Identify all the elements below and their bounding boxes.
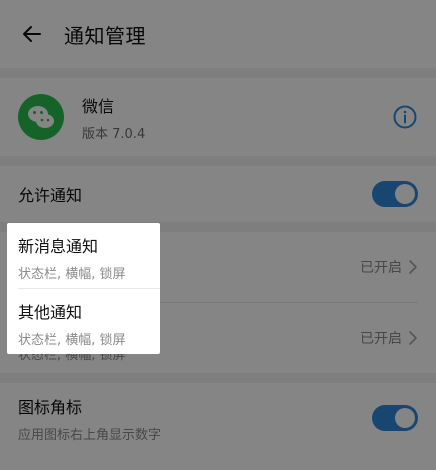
badge-subtitle: 应用图标右上角显示数字	[18, 427, 162, 443]
info-icon	[393, 105, 417, 129]
back-button[interactable]	[18, 20, 46, 48]
other-status: 已开启	[360, 328, 418, 348]
toggle-knob	[395, 184, 415, 204]
allow-notifications-row[interactable]: 允许通知	[0, 166, 436, 222]
badge-text: 图标角标 应用图标右上角显示数字	[18, 394, 372, 443]
highlighted-new-message[interactable]: 新消息通知 状态栏, 横幅, 锁屏	[7, 223, 160, 288]
highlighted-notification-group: 新消息通知 状态栏, 横幅, 锁屏 其他通知 状态栏, 横幅, 锁屏	[7, 223, 160, 354]
section-divider	[0, 68, 436, 78]
page-title: 通知管理	[64, 23, 146, 48]
wechat-app-icon	[18, 94, 64, 140]
app-info-row: 微信 版本 7.0.4	[0, 78, 436, 156]
section-divider	[0, 156, 436, 166]
toggle-knob	[395, 408, 415, 428]
new-message-status: 已开启	[360, 257, 418, 277]
new-message-status-text: 已开启	[360, 260, 402, 276]
section-divider	[0, 373, 436, 383]
highlight-other-subtitle: 状态栏, 横幅, 锁屏	[18, 333, 126, 348]
highlighted-other[interactable]: 其他通知 状态栏, 横幅, 锁屏	[7, 289, 160, 354]
allow-notifications-toggle[interactable]	[372, 181, 418, 207]
wechat-icon	[28, 106, 54, 128]
arrow-left-icon	[23, 26, 41, 42]
top-app-bar: 通知管理	[0, 0, 436, 68]
allow-notifications-label: 允许通知	[18, 186, 83, 205]
badge-toggle[interactable]	[372, 405, 418, 431]
badge-title: 图标角标	[18, 397, 83, 417]
other-status-text: 已开启	[360, 331, 402, 347]
badge-row[interactable]: 图标角标 应用图标右上角显示数字	[0, 383, 436, 453]
highlight-new-message-title: 新消息通知	[18, 237, 99, 256]
chevron-right-icon	[409, 260, 417, 274]
highlight-other-title: 其他通知	[18, 303, 83, 322]
app-info-button[interactable]	[392, 104, 418, 130]
app-text: 微信 版本 7.0.4	[82, 93, 392, 142]
highlight-new-message-subtitle: 状态栏, 横幅, 锁屏	[18, 267, 126, 282]
chevron-right-icon	[409, 331, 417, 345]
app-version: 版本 7.0.4	[82, 126, 146, 142]
app-name: 微信	[82, 96, 115, 116]
